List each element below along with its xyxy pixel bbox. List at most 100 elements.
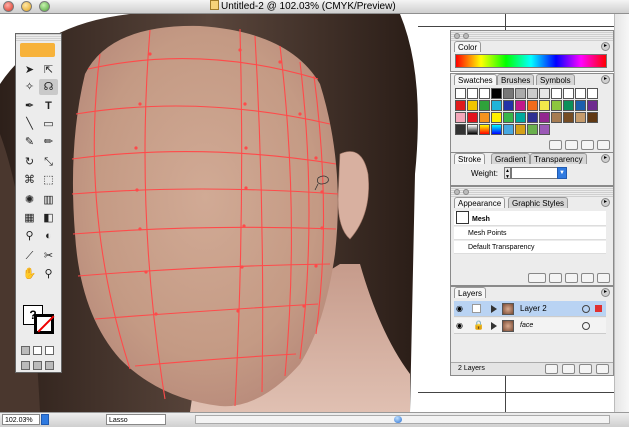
swatch[interactable] <box>539 100 550 111</box>
swatch[interactable] <box>515 112 526 123</box>
screen-mode-full-menu-button[interactable] <box>33 361 42 370</box>
weight-stepper[interactable]: ▲ ▼ <box>504 167 511 180</box>
swatch[interactable] <box>479 88 490 99</box>
appearance-panel[interactable]: Appearance Graphic Styles ▸ Mesh Mesh Po… <box>450 186 614 286</box>
swatch[interactable] <box>551 112 562 123</box>
gradient-tool-icon[interactable]: ◧ <box>39 210 58 226</box>
swatch[interactable] <box>551 100 562 111</box>
scissors-tool-icon[interactable]: ✂ <box>39 248 58 264</box>
expand-triangle-icon[interactable] <box>491 305 497 313</box>
minimize-window-button[interactable] <box>21 1 32 12</box>
reduce-to-basic-appearance-icon[interactable] <box>565 273 578 283</box>
horizontal-scrollbar[interactable] <box>195 415 610 424</box>
selection-tool-icon[interactable]: ➤ <box>20 62 39 78</box>
layers-panel[interactable]: Layers ▸ ◉ Layer 2 ◉ 🔒 face 2 Layers <box>450 286 614 376</box>
horizontal-scroll-thumb[interactable] <box>394 416 402 423</box>
swatch[interactable] <box>587 100 598 111</box>
screen-mode-standard-button[interactable] <box>21 361 30 370</box>
gradient-mode-button[interactable] <box>33 346 42 355</box>
swatch[interactable] <box>467 112 478 123</box>
panel-menu-icon[interactable]: ▸ <box>601 75 610 84</box>
swatch-none[interactable] <box>455 88 466 99</box>
panel-menu-icon[interactable]: ▸ <box>601 198 610 207</box>
swatch[interactable] <box>575 88 586 99</box>
visibility-eye-icon[interactable]: ◉ <box>456 322 465 330</box>
zoom-window-button[interactable] <box>39 1 50 12</box>
tools-panel[interactable]: ➤ ⇱ ✧ ☊ ✒ T ╲ ▭ ✎ ✏ ↻ ⤡ ⌘ ⬚ ✺ ▥ ▦ ◧ ⚲ ◐ … <box>15 33 62 373</box>
swatch[interactable] <box>491 112 502 123</box>
tab-graphic-styles[interactable]: Graphic Styles <box>508 197 569 208</box>
swatch[interactable] <box>587 112 598 123</box>
swatch[interactable] <box>575 112 586 123</box>
stroke-panel[interactable]: Stroke Gradient Transparency ▸ Weight: ▲… <box>450 152 614 186</box>
swatch-registration[interactable] <box>467 88 478 99</box>
tab-layers[interactable]: Layers <box>454 287 487 298</box>
panel-collapse-icon[interactable] <box>463 33 469 39</box>
close-window-button[interactable] <box>3 1 14 12</box>
make-clipping-mask-icon[interactable] <box>545 364 558 374</box>
create-new-layer-icon[interactable] <box>579 364 592 374</box>
swatch[interactable] <box>527 88 538 99</box>
panel-menu-icon[interactable]: ▸ <box>601 154 610 163</box>
column-graph-tool-icon[interactable]: ▥ <box>39 192 58 208</box>
direct-selection-tool-icon[interactable]: ⇱ <box>39 62 58 78</box>
delete-swatch-icon[interactable] <box>597 140 610 150</box>
panel-close-icon[interactable] <box>454 33 460 39</box>
vertical-scrollbar[interactable] <box>614 14 629 412</box>
fill-stroke-selector[interactable]: ? <box>23 305 55 334</box>
color-spectrum-ramp[interactable] <box>455 54 607 68</box>
current-tool-status[interactable]: Lasso <box>106 414 166 425</box>
panel-menu-icon[interactable]: ▸ <box>601 42 610 51</box>
type-tool-icon[interactable]: T <box>39 98 58 114</box>
swatch-options-icon[interactable] <box>565 140 578 150</box>
tab-gradient[interactable]: Gradient <box>491 153 530 164</box>
swatches-panel[interactable]: Swatches Brushes Symbols ▸ <box>450 73 614 153</box>
tab-symbols[interactable]: Symbols <box>536 74 575 85</box>
document-canvas[interactable] <box>0 14 614 412</box>
symbol-sprayer-tool-icon[interactable]: ✺ <box>20 192 39 208</box>
swatch[interactable] <box>491 100 502 111</box>
swatch[interactable] <box>455 124 466 135</box>
swatch[interactable] <box>503 124 514 135</box>
panel-close-icon[interactable] <box>454 189 460 195</box>
tab-brushes[interactable]: Brushes <box>497 74 535 85</box>
tab-color[interactable]: Color <box>454 41 482 52</box>
line-tool-icon[interactable]: ╲ <box>20 116 39 132</box>
swatch[interactable] <box>479 112 490 123</box>
swatch[interactable] <box>527 124 538 135</box>
lock-icon[interactable]: 🔒 <box>473 320 484 331</box>
swatch[interactable] <box>515 100 526 111</box>
tab-transparency[interactable]: Transparency <box>530 153 587 164</box>
clear-appearance-icon[interactable] <box>549 273 562 283</box>
swatch[interactable] <box>563 88 574 99</box>
selection-indicator-icon[interactable] <box>595 305 602 312</box>
layer-name[interactable]: Layer 2 <box>520 301 547 317</box>
visibility-eye-icon[interactable]: ◉ <box>456 305 465 313</box>
swatch[interactable] <box>515 124 526 135</box>
swatch[interactable] <box>575 100 586 111</box>
hand-tool-icon[interactable]: ✋ <box>20 266 39 282</box>
artwork[interactable] <box>0 14 448 412</box>
tab-stroke[interactable]: Stroke <box>454 153 486 164</box>
swatch[interactable] <box>491 124 502 135</box>
swatch[interactable] <box>587 88 598 99</box>
target-icon[interactable] <box>582 322 590 330</box>
color-panel-header[interactable] <box>451 31 613 41</box>
swatch[interactable] <box>503 88 514 99</box>
lasso-tool-icon[interactable]: ☊ <box>39 79 58 95</box>
slice-tool-icon[interactable]: ⟋ <box>20 248 39 264</box>
swatch[interactable] <box>467 100 478 111</box>
layer-row[interactable]: ◉ 🔒 face <box>454 318 606 334</box>
swatch[interactable] <box>539 112 550 123</box>
color-mode-button[interactable] <box>21 346 30 355</box>
screen-mode-full-button[interactable] <box>45 361 54 370</box>
layer-row[interactable]: ◉ Layer 2 <box>454 301 606 317</box>
swatch[interactable] <box>467 124 478 135</box>
free-transform-tool-icon[interactable]: ⬚ <box>39 172 58 188</box>
swatch[interactable] <box>527 100 538 111</box>
lock-toggle[interactable] <box>472 304 481 313</box>
panel-collapse-icon[interactable] <box>463 189 469 195</box>
swatch[interactable] <box>455 100 466 111</box>
swatch[interactable] <box>491 88 502 99</box>
delete-layer-icon[interactable] <box>596 364 609 374</box>
